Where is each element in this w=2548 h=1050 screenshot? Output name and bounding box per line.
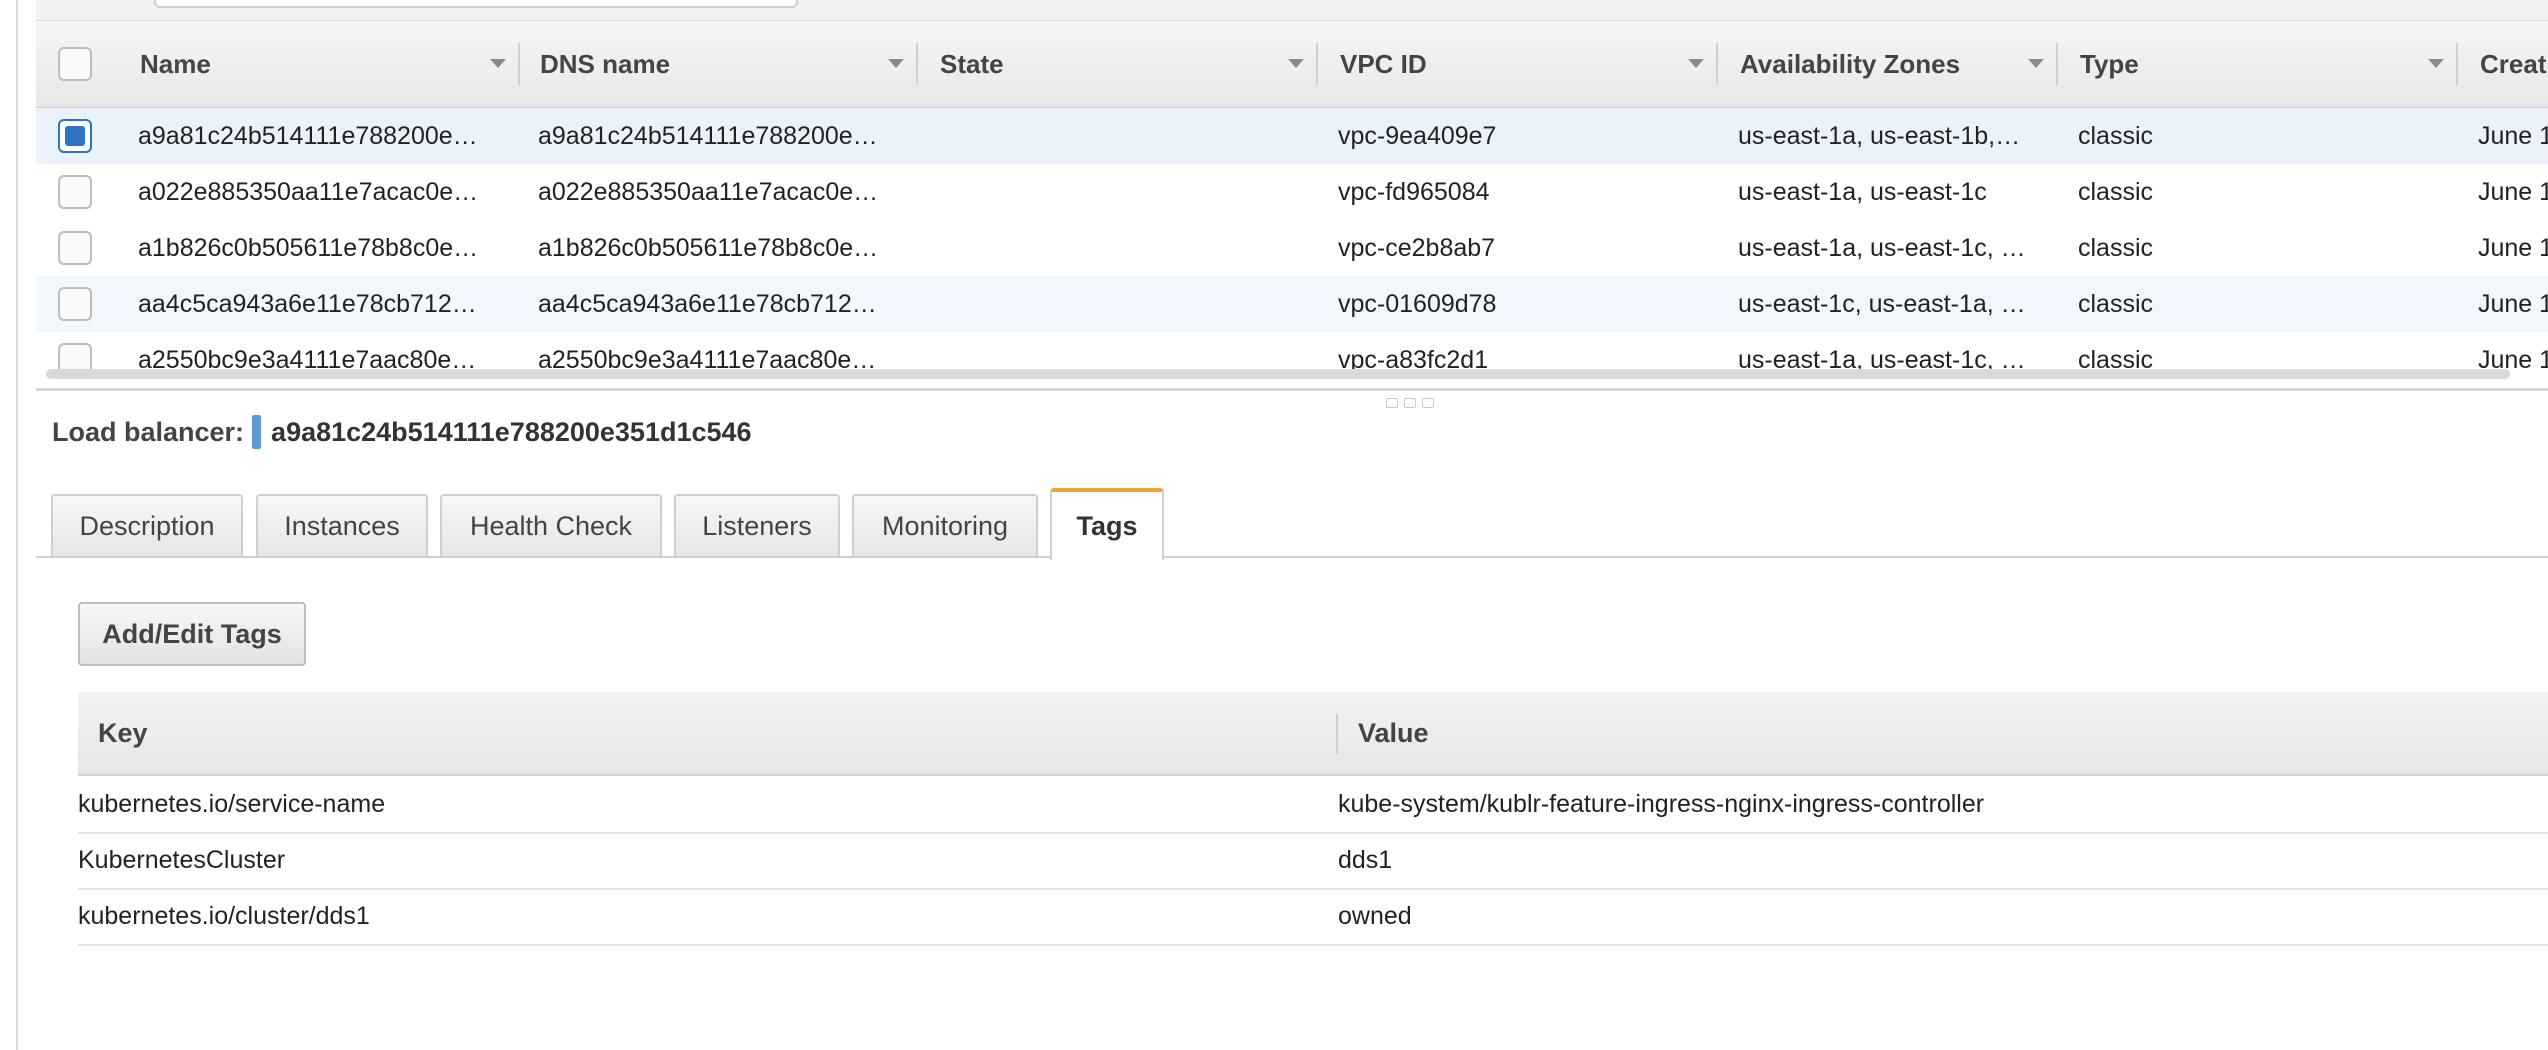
- lb-dns-name: a022e885350aa11e7acac0e…: [538, 178, 879, 206]
- row-checkbox[interactable]: [58, 119, 92, 153]
- column-header-name[interactable]: Name: [140, 21, 211, 107]
- tags-table-header: Key Value: [78, 692, 2548, 776]
- lb-type: classic: [2078, 178, 2154, 206]
- column-header-type[interactable]: Type: [2080, 21, 2139, 107]
- row-checkbox[interactable]: [58, 175, 92, 209]
- column-header-state[interactable]: State: [940, 21, 1004, 107]
- lb-vpc-id: vpc-9ea409e7: [1338, 122, 1497, 150]
- column-header-created[interactable]: Creat: [2480, 21, 2546, 107]
- panel-splitter[interactable]: [36, 388, 2548, 391]
- tag-key: kubernetes.io/cluster/dds1: [78, 902, 370, 930]
- left-border: [16, 0, 18, 1050]
- column-divider[interactable]: [1316, 43, 1318, 85]
- table-row[interactable]: aa4c5ca943a6e11e78cb712… aa4c5ca943a6e11…: [36, 276, 2548, 333]
- horizontal-scrollbar[interactable]: [46, 369, 2510, 379]
- column-divider[interactable]: [1716, 43, 1718, 85]
- column-divider[interactable]: [916, 43, 918, 85]
- tab-listeners[interactable]: Listeners: [674, 494, 840, 556]
- tab-description[interactable]: Description: [51, 494, 243, 556]
- elb-console: Name DNS name State VPC ID Availability …: [0, 0, 2548, 1050]
- column-divider[interactable]: [2456, 43, 2458, 85]
- filter-bar: [36, 0, 2548, 21]
- grip-icon[interactable]: [1404, 398, 1416, 408]
- detail-title: Load balancer: a9a81c24b514111e788200e35…: [52, 412, 752, 452]
- lb-created: June 1: [2478, 122, 2548, 150]
- column-divider[interactable]: [1336, 714, 1338, 754]
- table-row[interactable]: a1b826c0b505611e78b8c0e… a1b826c0b505611…: [36, 220, 2548, 277]
- column-header-availability-zones[interactable]: Availability Zones: [1740, 21, 1960, 107]
- grid-header: Name DNS name State VPC ID Availability …: [36, 20, 2548, 109]
- add-edit-tags-button[interactable]: Add/Edit Tags: [78, 602, 306, 666]
- table-row[interactable]: a022e885350aa11e7acac0e… a022e885350aa11…: [36, 164, 2548, 221]
- lb-state: [938, 276, 1310, 332]
- lb-availability-zones: us-east-1c, us-east-1a, …: [1738, 290, 2026, 318]
- tab-instances[interactable]: Instances: [256, 494, 428, 556]
- lb-created: June 1: [2478, 178, 2548, 206]
- lb-type: classic: [2078, 290, 2154, 318]
- select-all-checkbox[interactable]: [58, 47, 92, 81]
- sort-caret-icon[interactable]: [1288, 59, 1304, 68]
- grip-icon[interactable]: [1422, 398, 1434, 408]
- tag-key: KubernetesCluster: [78, 846, 286, 874]
- tab-tags[interactable]: Tags: [1050, 488, 1164, 560]
- tags-header-key[interactable]: Key: [98, 692, 148, 774]
- tag-value: owned: [1338, 902, 1412, 930]
- lb-name: a9a81c24b514111e788200e…: [138, 122, 478, 150]
- sort-caret-icon[interactable]: [2428, 59, 2444, 68]
- tag-row: kubernetes.io/cluster/dds1 owned: [78, 888, 2548, 946]
- lb-state: [938, 164, 1310, 220]
- lb-type: classic: [2078, 234, 2154, 262]
- lb-name: a1b826c0b505611e78b8c0e…: [138, 234, 479, 262]
- lb-vpc-id: vpc-01609d78: [1338, 290, 1497, 318]
- search-input[interactable]: [154, 0, 798, 8]
- lb-dns-name: a1b826c0b505611e78b8c0e…: [538, 234, 879, 262]
- tab-health-check[interactable]: Health Check: [440, 494, 662, 556]
- lb-state: [938, 220, 1310, 276]
- grip-icon[interactable]: [1386, 398, 1398, 408]
- sort-caret-icon[interactable]: [2028, 59, 2044, 68]
- lb-created: June 1: [2478, 290, 2548, 318]
- selection-marker-icon: [252, 415, 262, 449]
- lb-vpc-id: vpc-ce2b8ab7: [1338, 234, 1496, 262]
- lb-name: aa4c5ca943a6e11e78cb712…: [138, 290, 477, 318]
- row-checkbox[interactable]: [58, 287, 92, 321]
- lb-availability-zones: us-east-1a, us-east-1b,…: [1738, 122, 2021, 150]
- column-header-dns-name[interactable]: DNS name: [540, 21, 670, 107]
- load-balancer-grid: Name DNS name State VPC ID Availability …: [36, 20, 2548, 380]
- table-row[interactable]: a9a81c24b514111e788200e… a9a81c24b514111…: [36, 108, 2548, 165]
- tab-monitoring[interactable]: Monitoring: [852, 494, 1038, 556]
- sort-caret-icon[interactable]: [1688, 59, 1704, 68]
- tag-value: dds1: [1338, 846, 1393, 874]
- sort-caret-icon[interactable]: [490, 59, 506, 68]
- tag-key: kubernetes.io/service-name: [78, 790, 386, 818]
- lb-type: classic: [2078, 122, 2154, 150]
- lb-availability-zones: us-east-1a, us-east-1c, …: [1738, 234, 2026, 262]
- tab-strip-baseline: [36, 556, 2548, 558]
- lb-dns-name: a9a81c24b514111e788200e…: [538, 122, 878, 150]
- lb-name: a022e885350aa11e7acac0e…: [138, 178, 479, 206]
- lb-vpc-id: vpc-fd965084: [1338, 178, 1490, 206]
- lb-state: [938, 108, 1310, 164]
- column-divider[interactable]: [2056, 43, 2058, 85]
- lb-created: June 1: [2478, 234, 2548, 262]
- tag-value: kube-system/kublr-feature-ingress-nginx-…: [1338, 790, 1985, 818]
- tag-row: kubernetes.io/service-name kube-system/k…: [78, 776, 2548, 834]
- lb-availability-zones: us-east-1a, us-east-1c: [1738, 178, 1987, 206]
- lb-dns-name: aa4c5ca943a6e11e78cb712…: [538, 290, 877, 318]
- detail-lb-name: a9a81c24b514111e788200e351d1c546: [271, 416, 752, 447]
- column-divider[interactable]: [518, 43, 520, 85]
- row-checkbox[interactable]: [58, 231, 92, 265]
- sort-caret-icon[interactable]: [888, 59, 904, 68]
- column-header-vpc-id[interactable]: VPC ID: [1340, 21, 1427, 107]
- detail-label: Load balancer:: [52, 416, 245, 447]
- tags-header-value[interactable]: Value: [1358, 692, 1429, 774]
- tag-row: KubernetesCluster dds1: [78, 832, 2548, 890]
